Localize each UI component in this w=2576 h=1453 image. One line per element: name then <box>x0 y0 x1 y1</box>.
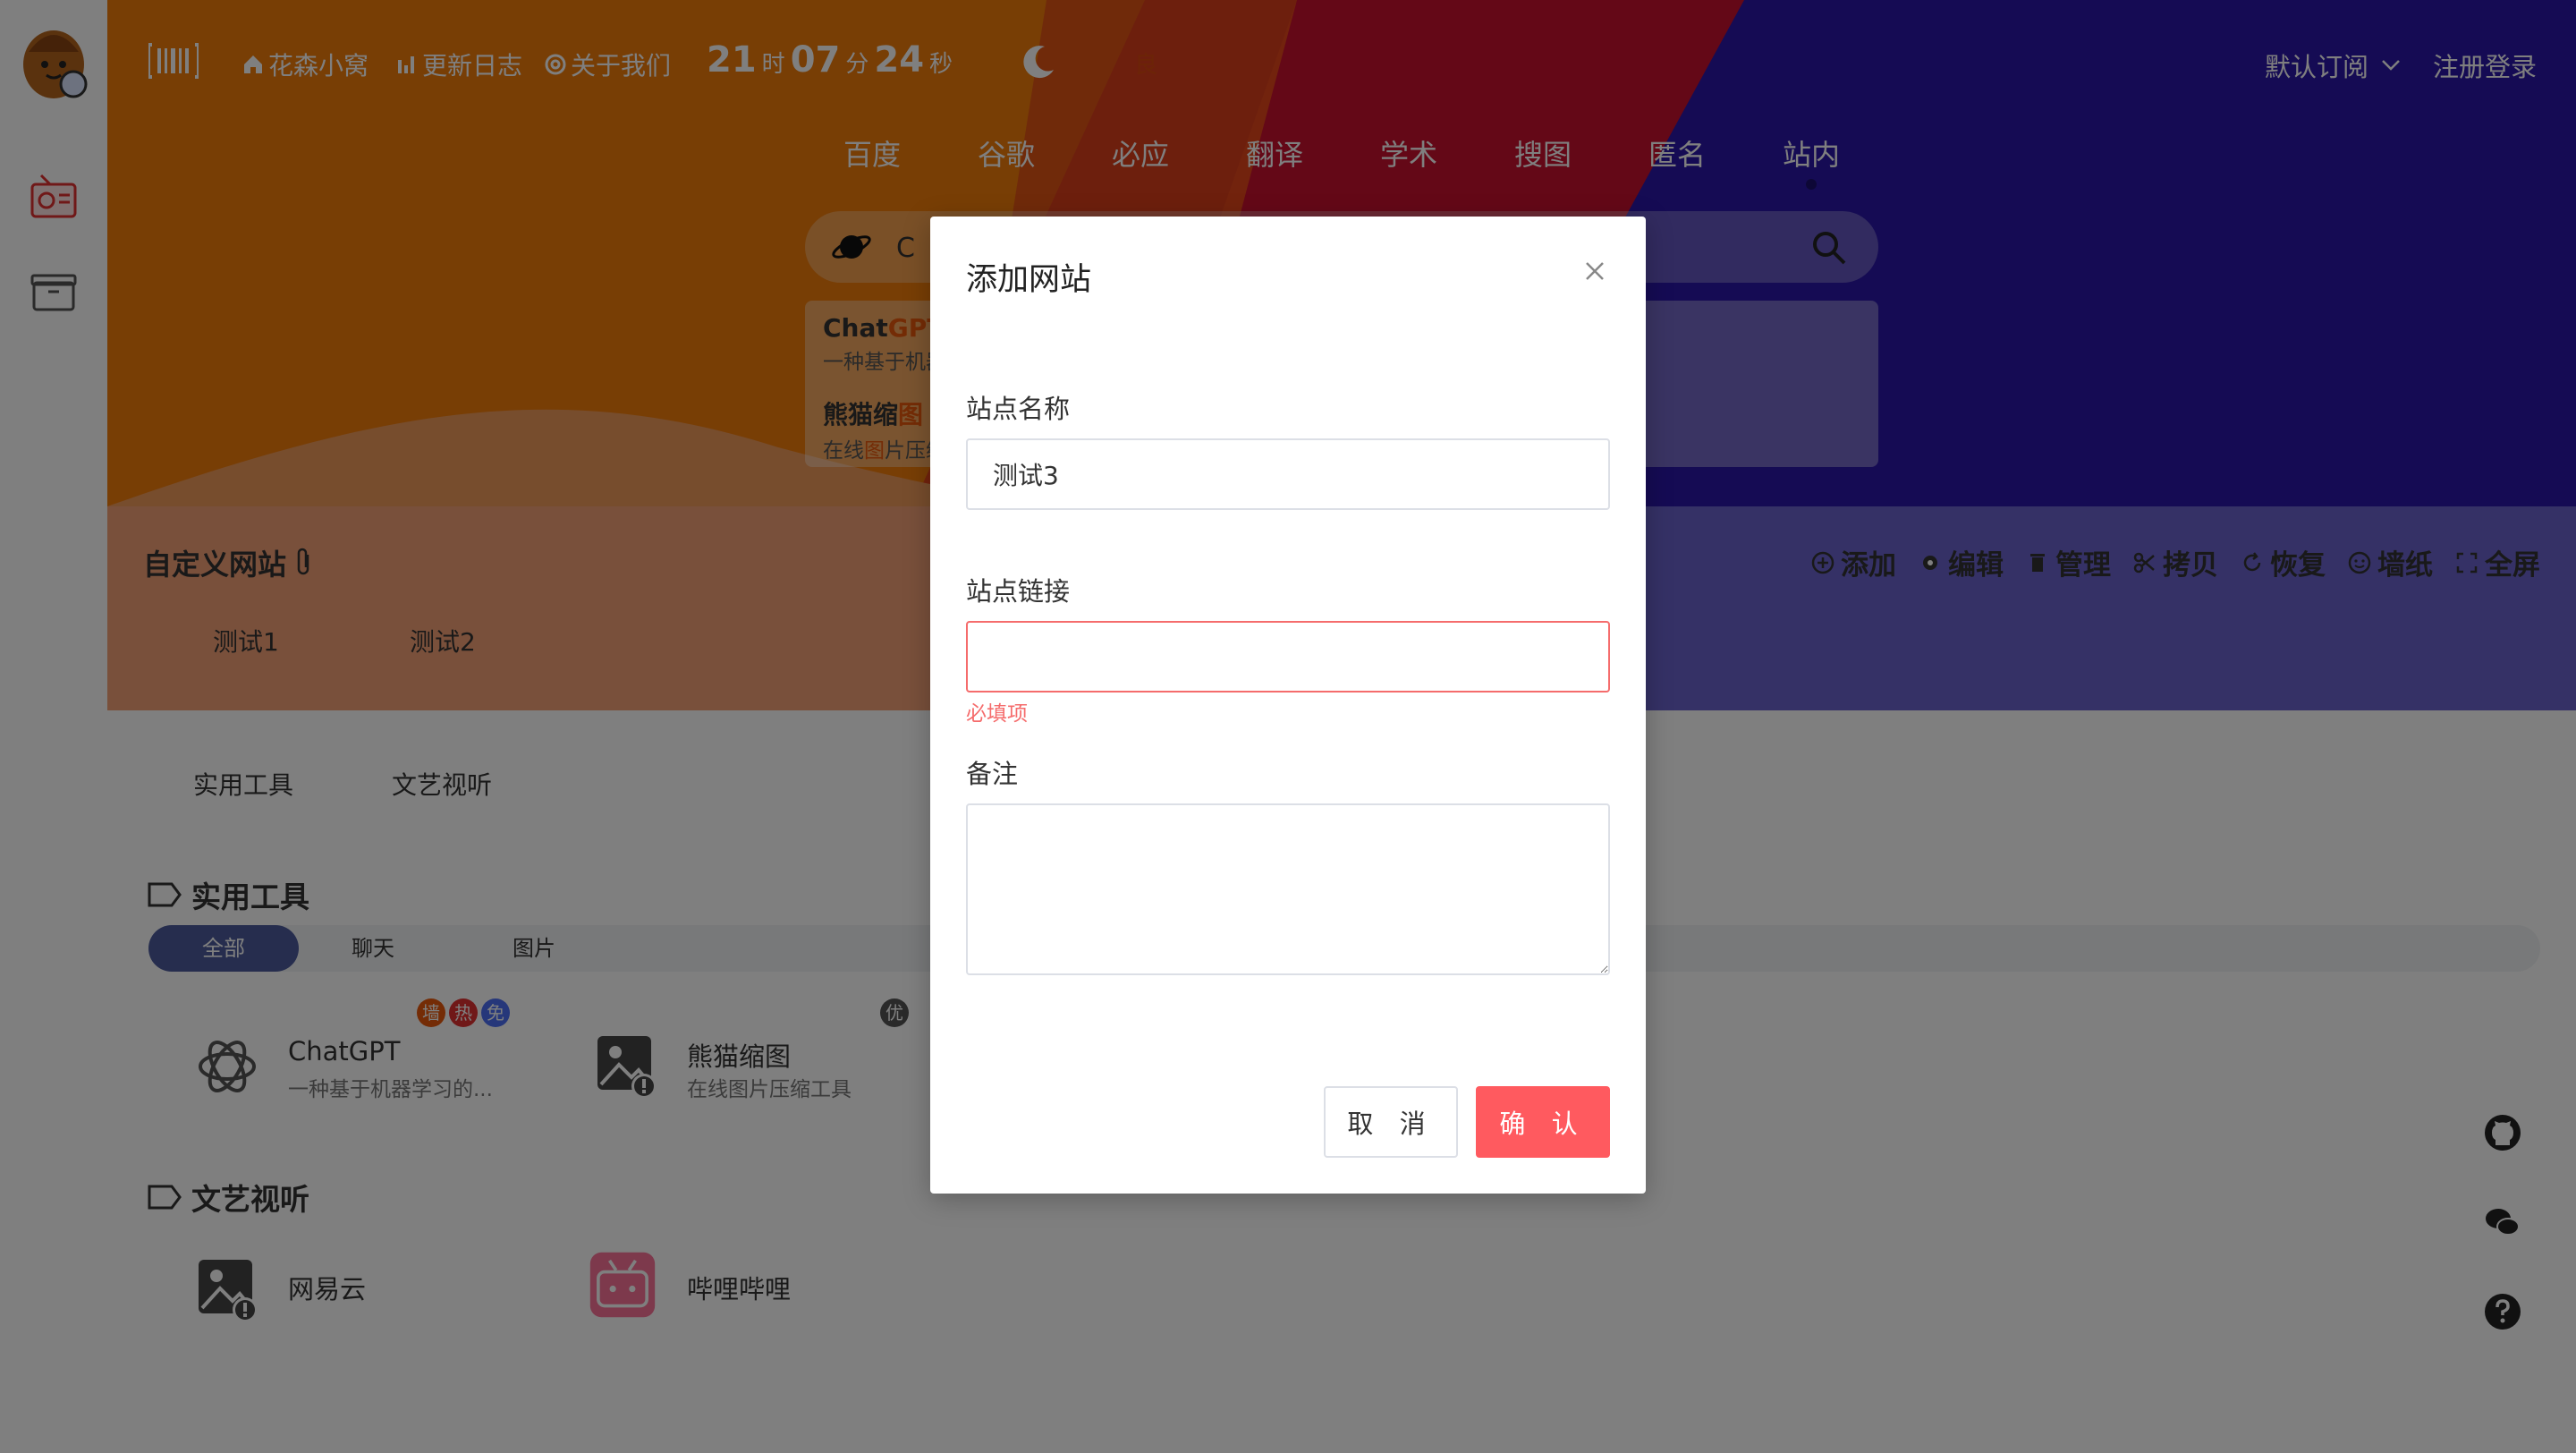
site-url-error: 必填项 <box>966 702 1028 726</box>
dialog-title: 添加网站 <box>966 262 1092 298</box>
note-textarea[interactable] <box>966 803 1610 975</box>
site-url-input[interactable] <box>966 621 1610 693</box>
close-icon[interactable] <box>1581 258 1608 285</box>
confirm-button[interactable]: 确 认 <box>1476 1086 1610 1158</box>
site-name-label: 站点名称 <box>966 394 1071 424</box>
add-site-dialog: 添加网站 站点名称 站点链接 必填项 备注 取 消 确 认 <box>930 217 1646 1194</box>
cancel-button[interactable]: 取 消 <box>1324 1086 1458 1158</box>
note-label: 备注 <box>966 759 1019 789</box>
site-name-input[interactable] <box>966 438 1610 510</box>
site-url-label: 站点链接 <box>966 576 1071 607</box>
